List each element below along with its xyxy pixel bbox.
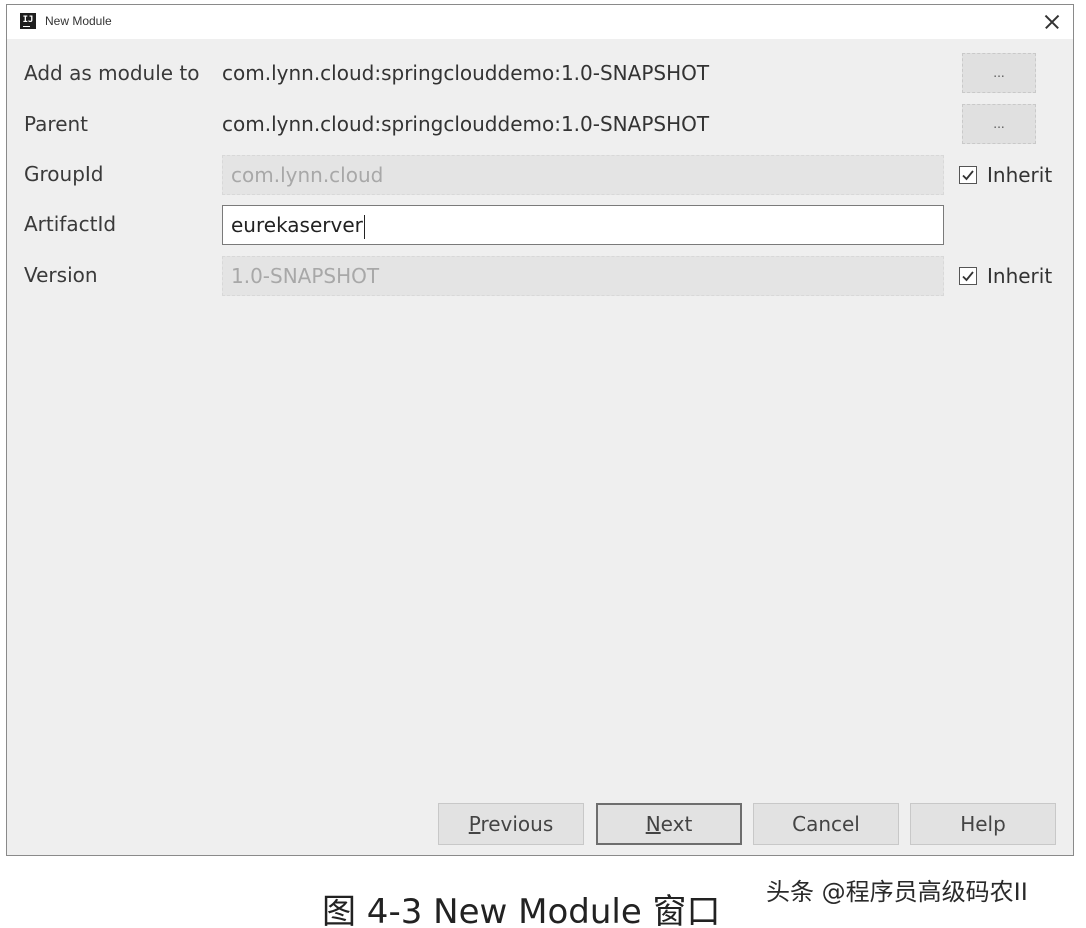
group-id-inherit-checkbox[interactable]: Inherit — [959, 162, 1052, 188]
add-as-module-label: Add as module to — [24, 61, 200, 85]
previous-mnemonic: P — [468, 812, 481, 836]
group-id-inherit-box[interactable] — [959, 166, 977, 184]
new-module-dialog: IJ New Module Add as module to com.lynn.… — [6, 4, 1074, 856]
artifact-id-value: eurekaserver — [231, 213, 363, 237]
checkmark-icon — [962, 170, 974, 181]
group-id-inherit-label: Inherit — [987, 163, 1053, 187]
artifact-id-input[interactable]: eurekaserver — [222, 205, 944, 245]
close-icon[interactable] — [1039, 9, 1065, 35]
cancel-button[interactable]: Cancel — [753, 803, 899, 845]
title-bar: IJ New Module — [7, 5, 1073, 39]
group-id-label: GroupId — [24, 162, 104, 186]
page: IJ New Module Add as module to com.lynn.… — [0, 0, 1086, 928]
version-label: Version — [24, 263, 98, 287]
artifact-id-label: ArtifactId — [24, 212, 117, 236]
next-label-rest: ext — [660, 812, 693, 836]
parent-value: com.lynn.cloud:springclouddemo:1.0-SNAPS… — [222, 112, 710, 136]
figure-caption: 图 4-3 New Module 窗口 — [322, 892, 721, 928]
window-title: New Module — [45, 14, 112, 28]
checkmark-icon — [962, 271, 974, 282]
add-as-module-value: com.lynn.cloud:springclouddemo:1.0-SNAPS… — [222, 61, 710, 85]
parent-label: Parent — [24, 112, 89, 136]
previous-button[interactable]: Previous — [438, 803, 584, 845]
next-mnemonic: N — [645, 812, 661, 836]
version-inherit-box[interactable] — [959, 267, 977, 285]
parent-browse-button[interactable]: ... — [962, 104, 1036, 144]
next-button[interactable]: Next — [596, 803, 742, 845]
add-as-module-browse-button[interactable]: ... — [962, 53, 1036, 93]
intellij-idea-icon: IJ — [20, 13, 36, 29]
previous-label-rest: revious — [480, 812, 554, 836]
text-caret — [363, 214, 365, 239]
help-button[interactable]: Help — [910, 803, 1056, 845]
version-field[interactable]: 1.0-SNAPSHOT — [222, 256, 944, 296]
watermark: 头条 @程序员高级码农II — [766, 878, 1028, 906]
version-inherit-label: Inherit — [987, 264, 1053, 288]
version-inherit-checkbox[interactable]: Inherit — [959, 263, 1052, 289]
group-id-field[interactable]: com.lynn.cloud — [222, 155, 944, 195]
